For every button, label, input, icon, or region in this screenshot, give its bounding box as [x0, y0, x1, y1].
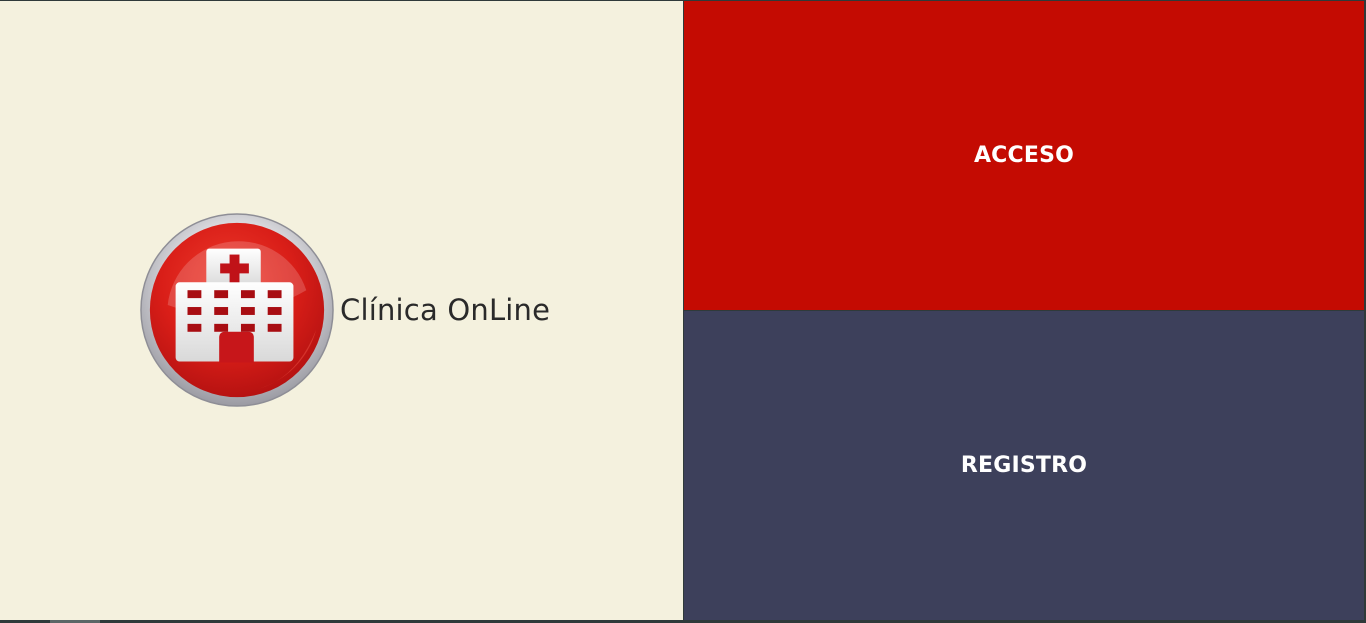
app-window: Clínica OnLine ACCESO REGISTRO: [0, 0, 1366, 623]
brand-panel: Clínica OnLine: [0, 1, 683, 620]
brand: Clínica OnLine: [138, 211, 550, 409]
auth-actions: ACCESO REGISTRO: [684, 1, 1364, 620]
login-button-label: ACCESO: [973, 143, 1075, 168]
register-button-label: REGISTRO: [960, 453, 1088, 478]
hospital-icon: [140, 213, 334, 407]
register-button[interactable]: REGISTRO: [684, 311, 1364, 620]
app-title: Clínica OnLine: [340, 293, 551, 327]
login-button[interactable]: ACCESO: [684, 1, 1364, 310]
